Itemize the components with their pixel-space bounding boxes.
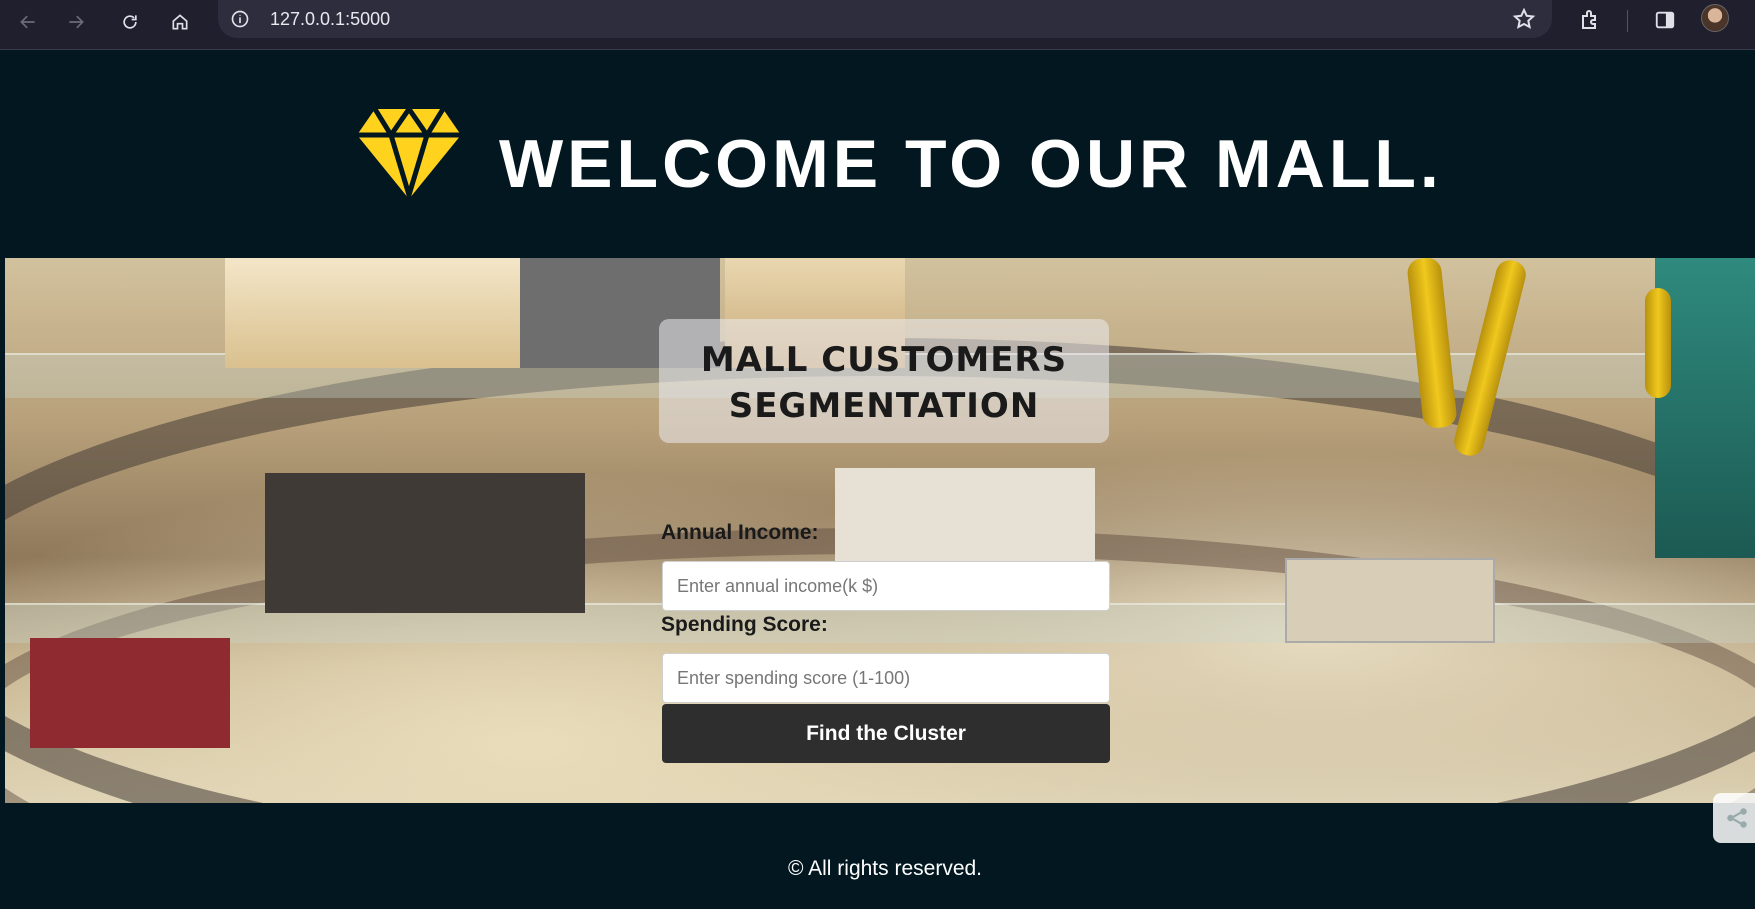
back-arrow-icon [20,15,35,29]
page: WELCOME TO OUR MALL. © All rights reserv… [5,51,1755,909]
site-header: WELCOME TO OUR MALL. [5,51,1755,258]
find-cluster-button[interactable]: Find the Cluster [662,704,1110,763]
site-title: WELCOME TO OUR MALL. [499,126,1443,202]
footer-copyright: © All rights reserved. [787,857,983,880]
extensions-button[interactable] [1575,5,1605,35]
forward-button[interactable] [58,4,94,40]
spending-score-input[interactable] [662,653,1110,703]
home-button[interactable] [162,4,198,40]
profile-avatar[interactable] [1701,4,1729,32]
extensions-icon [1582,10,1596,29]
diamond-icon [357,107,461,199]
sidebar-icon [1655,11,1675,29]
side-panel-button[interactable] [1650,5,1680,35]
toolbar-divider [1627,10,1628,32]
form-title-line2: SEGMENTATION [728,386,1040,426]
info-icon[interactable] [230,9,250,29]
back-button[interactable] [10,4,46,40]
reload-button[interactable] [112,4,148,40]
reload-icon [123,15,137,29]
forward-arrow-icon [69,15,84,29]
home-icon [172,14,188,30]
floating-widget-button[interactable] [1713,793,1755,843]
spending-score-label: Spending Score: [661,613,828,636]
annual-income-input[interactable] [662,561,1110,611]
star-icon[interactable] [1512,7,1536,31]
annual-income-label: Annual Income: [661,521,819,544]
browser-toolbar: 127.0.0.1:5000 [0,0,1755,50]
form-title-line1: MALL CUSTOMERS [700,340,1068,380]
share-icon [1726,808,1747,828]
url-text[interactable]: 127.0.0.1:5000 [270,9,390,30]
address-bar[interactable]: 127.0.0.1:5000 [218,0,1552,38]
form-title: MALL CUSTOMERS SEGMENTATION [659,337,1109,429]
